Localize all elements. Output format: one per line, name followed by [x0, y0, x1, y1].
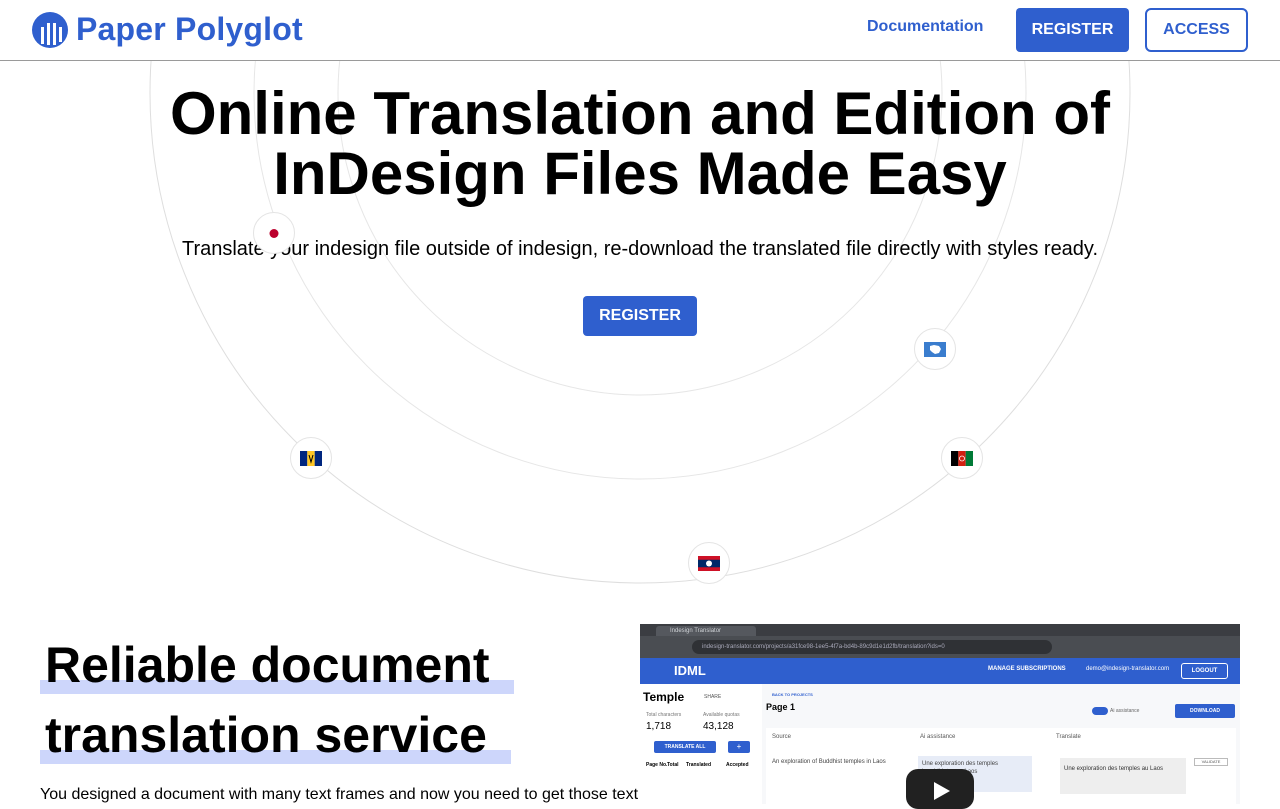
japan-flag-icon: [253, 212, 295, 254]
video-validate-button: VALIDATE: [1194, 758, 1228, 766]
video-manage-subscriptions: MANAGE SUBSCRIPTIONS: [988, 666, 1066, 672]
video-available-quotas-label: Available quotas: [703, 712, 740, 718]
video-head-translate: Translate: [1056, 734, 1081, 740]
video-logout-button: LOGOUT: [1181, 663, 1228, 679]
hero-title-line-1: Online Translation and Edition of: [169, 80, 1111, 147]
video-ai-label: Ai assistance: [1110, 708, 1140, 714]
hero-title-line-2: InDesign Files Made Easy: [273, 140, 1007, 207]
video-app-brand: IDML: [674, 663, 706, 678]
video-share: SHARE: [704, 694, 722, 700]
section-title-line-2: translation service: [40, 700, 511, 770]
video-page-title: Page 1: [766, 702, 796, 712]
video-plus-button: +: [728, 741, 750, 753]
video-back-link: BACK TO PROJECTS: [772, 692, 813, 697]
afghanistan-flag-icon: [941, 437, 983, 479]
video-col-translated: Translated: [686, 762, 712, 768]
video-col-total: Total: [667, 762, 679, 768]
section-title: Reliable document translation service: [40, 630, 600, 770]
nav-documentation-link[interactable]: Documentation: [867, 18, 983, 36]
video-ai-toggle: [1092, 707, 1108, 715]
hero-register-button[interactable]: REGISTER: [583, 296, 697, 336]
browser-url-bar: indesign-translator.com/projects/a31fce9…: [692, 640, 1052, 654]
access-button[interactable]: ACCESS: [1145, 8, 1248, 52]
video-total-characters-value: 1,718: [646, 721, 672, 732]
brand-name: Paper Polyglot: [76, 11, 303, 47]
video-main-panel: BACK TO PROJECTS Page 1 Ai assistance DO…: [762, 684, 1240, 804]
barbados-flag-icon: [290, 437, 332, 479]
video-translate-all-button: TRANSLATE ALL: [654, 741, 716, 753]
antarctica-flag-icon: [914, 328, 956, 370]
video-col-page: Page No.: [646, 762, 668, 768]
video-translate-text: Une exploration des temples au Laos: [1060, 758, 1186, 794]
video-download-button: DOWNLOAD: [1175, 704, 1235, 718]
laos-flag-icon: [688, 542, 730, 584]
play-icon[interactable]: [906, 769, 974, 809]
paper-polyglot-logo-icon: [32, 11, 68, 48]
video-total-characters-label: Total characters: [646, 712, 682, 718]
hero-subtitle: Translate your indesign file outside of …: [181, 238, 1099, 260]
video-col-accepted: Accepted: [726, 762, 749, 768]
logo[interactable]: Paper Polyglot: [32, 11, 303, 48]
browser-tab: Indesign Translator: [656, 626, 756, 636]
hero-title: Online Translation and Edition of InDesi…: [0, 84, 1280, 204]
section-title-line-1: Reliable document: [40, 630, 514, 700]
section-body-text: You designed a document with many text f…: [40, 786, 639, 803]
video-project-name: Temple: [643, 690, 685, 704]
video-head-ai: Ai assistance: [920, 734, 956, 740]
header-register-button[interactable]: REGISTER: [1016, 8, 1129, 52]
video-head-source: Source: [772, 734, 792, 740]
video-app-bar: IDML MANAGE SUBSCRIPTIONS demo@indesign-…: [640, 658, 1240, 684]
video-user-email: demo@indesign-translator.com: [1086, 666, 1170, 672]
video-project-panel: Temple SHARE Total characters Available …: [640, 684, 762, 804]
site-header: Paper Polyglot Documentation REGISTER AC…: [0, 0, 1280, 61]
video-available-quotas-value: 43,128: [703, 721, 734, 732]
video-source-text: An exploration of Buddhist temples in La…: [772, 759, 886, 765]
